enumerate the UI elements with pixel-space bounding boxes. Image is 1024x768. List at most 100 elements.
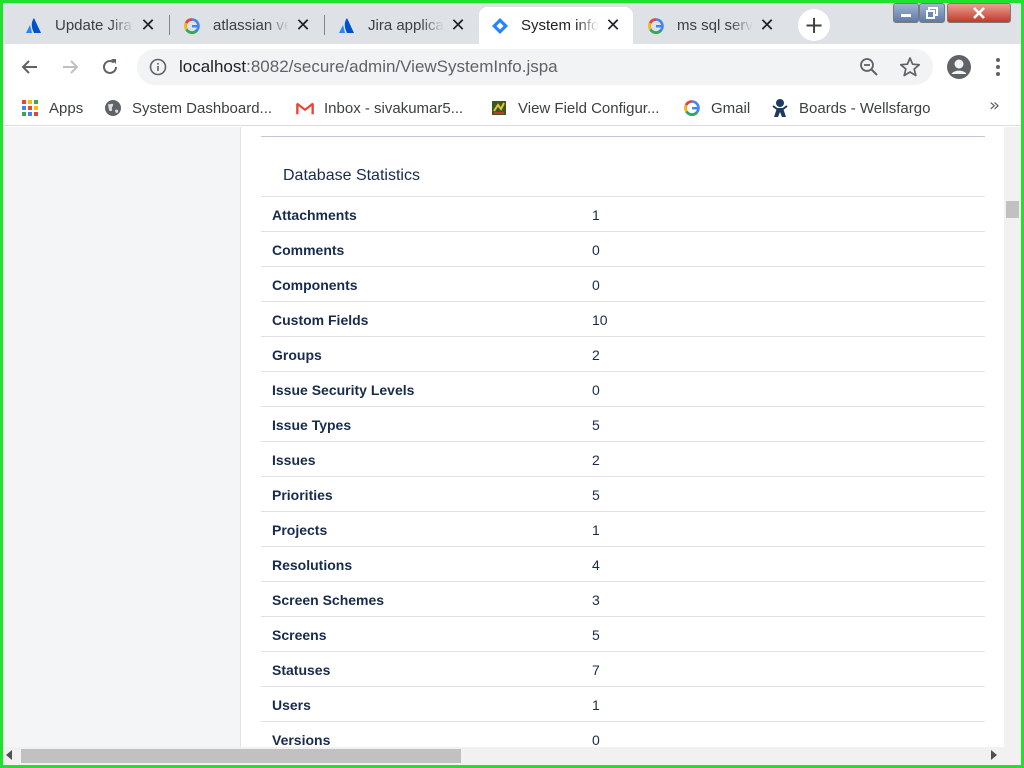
stat-value: 4 <box>592 557 600 573</box>
maximize-button[interactable] <box>919 3 945 23</box>
stat-label: Resolutions <box>272 557 353 573</box>
bookmark-system-dashboard[interactable]: System Dashboard... <box>104 98 272 118</box>
bookmark-boards-wellsfargo[interactable]: Boards - Wellsfargo <box>771 98 930 118</box>
bookmarks-bar: Apps System Dashboard... Inbox - sivakum… <box>3 90 1021 126</box>
back-arrow-icon <box>21 60 37 74</box>
site-info-icon[interactable] <box>149 58 167 76</box>
bookmark-label: Gmail <box>711 99 751 117</box>
profile-avatar-icon[interactable] <box>946 54 972 80</box>
horizontal-scrollbar[interactable] <box>3 747 1021 765</box>
minimize-button[interactable] <box>893 3 919 23</box>
forward-button[interactable] <box>55 52 85 82</box>
address-bar[interactable]: localhost:8082/secure/admin/ViewSystemIn… <box>137 49 933 85</box>
stat-label: Attachments <box>272 207 357 223</box>
stat-label: Groups <box>272 347 322 363</box>
stat-row: Components 0 <box>261 266 985 301</box>
stat-value: 5 <box>592 487 600 503</box>
bookmark-gmail[interactable]: Gmail <box>683 98 750 118</box>
close-icon[interactable]: ✕ <box>757 15 777 36</box>
stat-label: Statuses <box>272 662 331 678</box>
url-path: :8082/secure/admin/ViewSystemInfo.jspa <box>246 57 558 76</box>
scroll-left-arrow-icon[interactable] <box>6 750 12 760</box>
bookmark-app-icon <box>490 99 508 117</box>
browser-window: Update Jira ✕ atlassian ve ✕ Jira applic… <box>0 0 1024 768</box>
tab-strip: Update Jira ✕ atlassian ve ✕ Jira applic… <box>3 3 1021 44</box>
stat-value: 2 <box>592 452 600 468</box>
admin-sidebar <box>3 127 241 747</box>
stat-value: 5 <box>592 627 600 643</box>
tab-title: Update Jira <box>55 17 132 34</box>
stat-label: Components <box>272 277 358 293</box>
bookmark-label: Inbox - sivakumar5... <box>324 99 464 117</box>
stat-label: Issue Security Levels <box>272 382 415 398</box>
bookmark-apps[interactable]: Apps <box>21 98 83 118</box>
vertical-scrollbar[interactable] <box>1004 127 1021 747</box>
bookmark-view-field-config[interactable]: View Field Configur... <box>490 98 659 118</box>
stat-row: Priorities 5 <box>261 476 985 511</box>
minimize-icon <box>901 14 911 17</box>
gmail-icon <box>296 99 314 117</box>
tab-update-jira[interactable]: Update Jira ✕ <box>13 7 168 44</box>
stat-value: 0 <box>592 242 600 258</box>
tab-separator <box>324 15 325 35</box>
google-icon <box>683 99 701 117</box>
stat-value: 5 <box>592 417 600 433</box>
reload-button[interactable] <box>95 52 125 82</box>
close-window-button[interactable] <box>947 3 1011 23</box>
stat-label: Versions <box>272 732 331 747</box>
kebab-menu-icon[interactable] <box>988 56 1008 78</box>
tab-separator <box>169 15 170 35</box>
horizontal-scroll-thumb[interactable] <box>21 749 461 763</box>
tab-jira-applica[interactable]: Jira applica ✕ <box>326 7 478 44</box>
bookmark-label: Boards - Wellsfargo <box>799 99 931 117</box>
vertical-scroll-thumb[interactable] <box>1006 201 1019 218</box>
stat-row: Resolutions 4 <box>261 546 985 581</box>
google-icon <box>647 17 665 35</box>
stat-label: Issues <box>272 452 316 468</box>
atlassian-icon <box>25 17 43 35</box>
url-text[interactable]: localhost:8082/secure/admin/ViewSystemIn… <box>179 57 558 77</box>
stat-row: Custom Fields 10 <box>261 301 985 336</box>
close-icon[interactable]: ✕ <box>603 15 623 36</box>
bookmarks-overflow-button[interactable]: » <box>989 95 1000 116</box>
stat-label: Screen Schemes <box>272 592 385 608</box>
tab-atlassian-ve[interactable]: atlassian ve ✕ <box>171 7 323 44</box>
stat-label: Screens <box>272 627 327 643</box>
close-icon[interactable]: ✕ <box>293 15 313 36</box>
bookmark-star-icon[interactable] <box>899 56 921 78</box>
google-icon <box>183 17 201 35</box>
close-icon[interactable]: ✕ <box>448 15 468 36</box>
stat-value: 0 <box>592 732 600 747</box>
tab-ms-sql-serv[interactable]: ms sql serv ✕ <box>635 7 787 44</box>
reload-icon <box>103 59 117 74</box>
forward-arrow-icon <box>63 60 79 74</box>
bookmark-inbox[interactable]: Inbox - sivakumar5... <box>296 98 463 118</box>
stat-value: 1 <box>592 207 600 223</box>
stat-label: Comments <box>272 242 345 258</box>
jenkins-icon <box>771 99 789 117</box>
main-content: Database Statistics Attachments 1 Comments… <box>241 127 1003 747</box>
stat-row: Users 1 <box>261 686 985 721</box>
zoom-out-icon[interactable] <box>859 57 879 77</box>
new-tab-button[interactable]: + <box>798 9 830 41</box>
stat-value: 10 <box>592 312 608 328</box>
tab-system-info[interactable]: System info ✕ <box>479 7 633 44</box>
section-title: Database Statistics <box>283 167 420 184</box>
stat-row: Screens 5 <box>261 616 985 651</box>
stat-label: Issue Types <box>272 417 352 433</box>
stat-label: Projects <box>272 522 328 538</box>
apps-grid-icon <box>21 99 39 117</box>
tab-title: ms sql serv <box>677 17 753 34</box>
bookmark-label: View Field Configur... <box>518 99 660 117</box>
stat-row: Attachments 1 <box>261 196 985 231</box>
stat-value: 7 <box>592 662 600 678</box>
stat-value: 1 <box>592 522 600 538</box>
scroll-right-arrow-icon[interactable] <box>991 750 997 760</box>
stat-value: 0 <box>592 382 600 398</box>
back-button[interactable] <box>15 52 45 82</box>
stat-label: Custom Fields <box>272 312 369 328</box>
stat-row: Issue Security Levels 0 <box>261 371 985 406</box>
stat-row: Groups 2 <box>261 336 985 371</box>
close-icon[interactable]: ✕ <box>138 15 158 36</box>
database-statistics-table: Attachments 1 Comments 0 Components 0 Custom F… <box>261 196 985 747</box>
